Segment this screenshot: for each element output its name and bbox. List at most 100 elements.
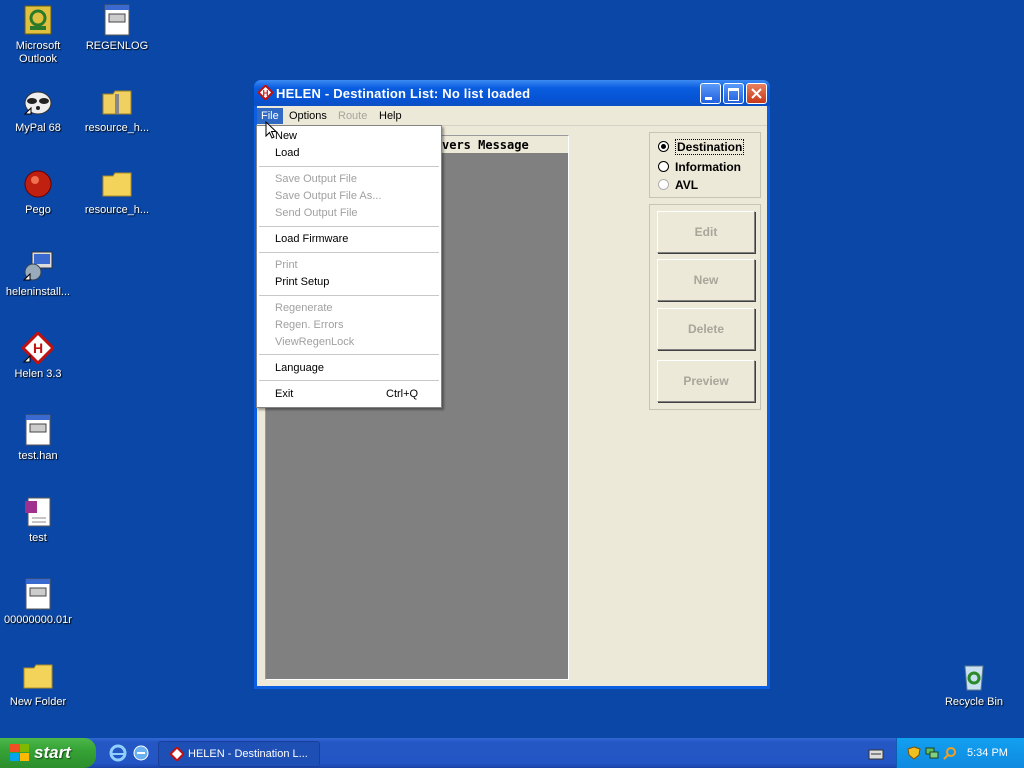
window-title: HELEN - Destination List: No list loaded <box>276 86 531 101</box>
preview-button[interactable]: Preview <box>657 360 755 402</box>
desktop-icon-resource-zip[interactable]: resource_h... <box>77 86 157 135</box>
desktop-icon-label: MyPal 68 <box>15 122 61 134</box>
desktop-icon-label: test.han <box>18 450 58 462</box>
raccoon-icon <box>22 86 54 118</box>
menu-separator <box>259 226 439 227</box>
desktop-icon-label: resource_h... <box>84 122 150 134</box>
minimize-button[interactable] <box>700 83 721 104</box>
delete-button[interactable]: Delete <box>657 308 755 350</box>
menu-help[interactable]: Help <box>373 108 408 124</box>
close-icon <box>751 88 762 99</box>
maximize-icon <box>728 88 739 101</box>
taskbar: start HELEN - Destination L... 5:34 PM <box>0 738 1024 768</box>
clock: 5:34 PM <box>967 747 1008 759</box>
menu-item-save-output-file-as[interactable]: Save Output File As... <box>275 190 381 202</box>
edit-button[interactable]: Edit <box>657 211 755 253</box>
desktop-icon-label: REGENLOG <box>85 40 149 52</box>
network-icon[interactable] <box>925 746 939 760</box>
radio-indicator <box>658 161 669 172</box>
menu-options[interactable]: Options <box>283 108 333 124</box>
zip-folder-icon <box>101 86 133 118</box>
menu-item-print[interactable]: Print <box>275 259 298 271</box>
radio-avl[interactable]: AVL <box>658 178 698 192</box>
desktop-icon-test-han[interactable]: test.han <box>0 414 78 463</box>
recycle-bin-icon <box>958 660 990 692</box>
internet-explorer-icon[interactable] <box>109 744 127 762</box>
system-tray: 5:34 PM <box>896 738 1024 768</box>
folder-icon <box>22 660 54 692</box>
menu-route[interactable]: Route <box>332 108 373 124</box>
mouse-cursor-icon <box>265 121 278 139</box>
menu-item-language[interactable]: Language <box>275 362 324 374</box>
search-icon[interactable] <box>943 746 957 760</box>
maximize-button[interactable] <box>723 83 744 104</box>
menu-bar: File Options Route Help <box>257 106 767 126</box>
taskbar-button-helen[interactable]: HELEN - Destination L... <box>158 741 320 767</box>
menu-item-load[interactable]: Load <box>275 147 299 159</box>
desktop-icon-pego[interactable]: Pego <box>0 168 78 217</box>
radio-label: AVL <box>675 178 699 192</box>
menu-item-view-regen-lock[interactable]: ViewRegenLock <box>275 336 354 348</box>
file-menu-dropdown: New Load Save Output File Save Output Fi… <box>256 125 442 408</box>
menu-item-print-setup[interactable]: Print Setup <box>275 276 329 288</box>
helen-app-icon[interactable]: H <box>257 84 274 101</box>
radio-destination[interactable]: Destination <box>658 139 745 155</box>
helen-icon: H <box>20 330 56 366</box>
radio-label: Destination <box>675 139 745 155</box>
radio-label: Information <box>675 160 741 174</box>
desktop-icon-mypal[interactable]: MyPal 68 <box>0 86 78 135</box>
menu-separator <box>259 166 439 167</box>
new-button[interactable]: New <box>657 259 755 301</box>
desktop-icon-regenlog[interactable]: REGENLOG <box>77 4 157 53</box>
svg-text:H: H <box>33 340 43 356</box>
radio-information[interactable]: Information <box>658 160 741 174</box>
menu-separator <box>259 354 439 355</box>
installer-icon <box>22 250 54 282</box>
menu-item-regen-errors[interactable]: Regen. Errors <box>275 319 343 331</box>
title-bar[interactable]: H HELEN - Destination List: No list load… <box>254 80 770 106</box>
desktop-icon-label: Recycle Bin <box>944 696 1004 708</box>
desktop-icon-00000000[interactable]: 00000000.01r <box>0 578 78 627</box>
menu-item-save-output-file[interactable]: Save Output File <box>275 173 357 185</box>
pego-icon <box>22 168 54 200</box>
menu-separator <box>259 295 439 296</box>
start-label: start <box>34 743 71 762</box>
radio-indicator <box>658 179 669 190</box>
desktop-icon-resource-folder[interactable]: resource_h... <box>77 168 157 217</box>
desktop-icon-label: Microsoft Outlook <box>15 40 61 65</box>
desktop-icon-label: resource_h... <box>84 204 150 216</box>
action-button-group: Edit New Delete Preview <box>649 204 761 410</box>
list-header-message: vers Message <box>442 138 529 152</box>
desktop-icon-helen[interactable]: H Helen 3.3 <box>0 330 78 381</box>
desktop-icon-test[interactable]: test <box>0 496 78 545</box>
desktop-icon-label: Pego <box>25 204 51 216</box>
text-file-icon <box>22 578 54 610</box>
desktop-icon-label: Helen 3.3 <box>14 368 62 380</box>
windows-logo-icon <box>10 744 29 761</box>
desktop-icon-label: 00000000.01r <box>4 614 72 626</box>
menu-item-regenerate[interactable]: Regenerate <box>275 302 333 314</box>
outlook-icon <box>22 4 54 36</box>
folder-icon <box>101 168 133 200</box>
text-file-icon <box>22 414 54 446</box>
desktop-icon-label: heleninstall... <box>5 286 71 298</box>
svg-text:H: H <box>263 89 269 98</box>
document-icon <box>22 496 54 528</box>
desktop-icon-label: test <box>29 532 47 544</box>
desktop-icon-recycle-bin[interactable]: Recycle Bin <box>934 660 1014 709</box>
menu-item-load-firmware[interactable]: Load Firmware <box>275 233 348 245</box>
menu-item-send-output-file[interactable]: Send Output File <box>275 207 358 219</box>
helen-app-icon <box>170 747 184 761</box>
close-button[interactable] <box>746 83 767 104</box>
radio-indicator <box>658 141 669 152</box>
menu-separator <box>259 380 439 381</box>
start-button[interactable]: start <box>0 738 96 768</box>
desktop-icon-new-folder[interactable]: New Folder <box>0 660 78 709</box>
outlook-express-icon[interactable] <box>132 744 150 762</box>
desktop-icon-heleninstall[interactable]: heleninstall... <box>0 250 78 299</box>
desktop-icon-outlook[interactable]: Microsoft Outlook <box>0 4 78 66</box>
security-shield-icon[interactable] <box>907 746 921 760</box>
keyboard-icon[interactable] <box>868 748 884 760</box>
taskbar-button-label: HELEN - Destination L... <box>188 748 308 760</box>
menu-item-exit[interactable]: Exit <box>275 388 293 400</box>
